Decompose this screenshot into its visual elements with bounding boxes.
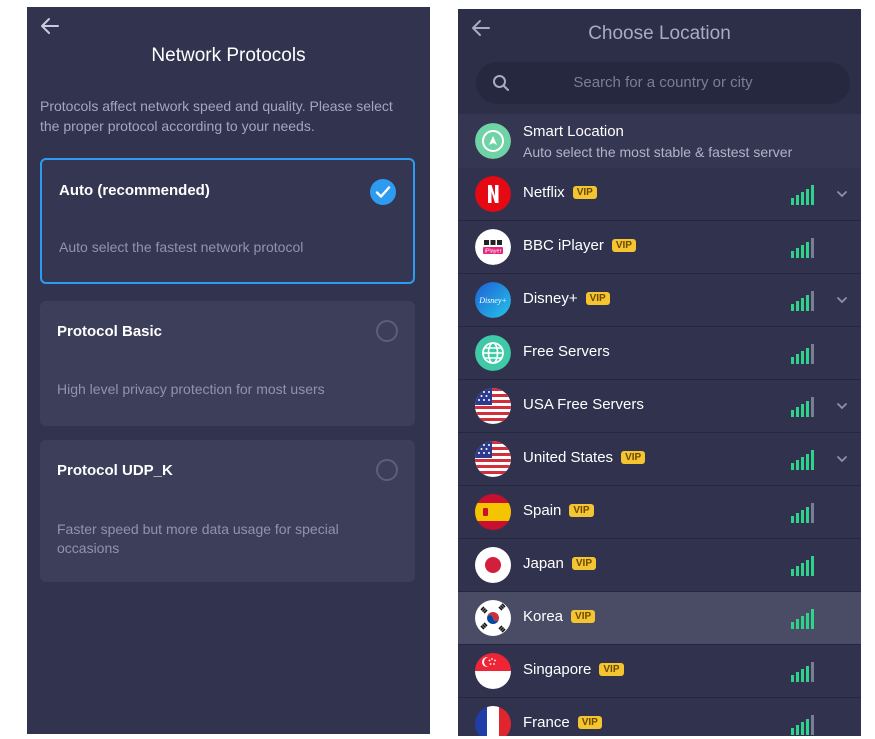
signal-icon [791,291,817,311]
location-item-disney-plus[interactable]: Disney+ Disney+ VIP [458,274,861,327]
location-name: France [523,714,570,731]
location-item-united-states[interactable]: United States VIP [458,433,861,486]
location-name: BBC iPlayer [523,237,604,254]
location-item-netflix[interactable]: Netflix VIP [458,168,861,221]
signal-icon [791,715,817,735]
location-name: Korea [523,608,564,625]
bbc-iplayer-icon: iPlayer [475,229,511,265]
location-item-bbc-iplayer[interactable]: iPlayer BBC iPlayer VIP [458,221,861,274]
signal-icon [791,662,817,682]
protocol-name: Protocol UDP_K [57,462,173,479]
location-label: USA Free Servers [523,396,644,413]
location-item-singapore[interactable]: Singapore VIP [458,645,861,698]
location-name: United States [523,449,614,466]
korea-flag-icon [475,600,511,636]
chevron-down-icon[interactable] [835,293,849,307]
location-label: United States VIP [523,449,646,466]
vip-badge: VIP [611,239,636,252]
choose-location-panel: Choose Location Search for a country or … [458,9,861,736]
usa-flag-icon [475,441,511,477]
location-name: Netflix [523,184,565,201]
protocol-desc: Faster speed but more data usage for spe… [57,521,339,556]
disney-plus-icon: Disney+ [475,282,511,318]
location-label: Netflix VIP [523,184,597,201]
svg-text:Disney+: Disney+ [478,296,507,305]
page-title: Choose Location [588,23,731,44]
signal-icon [791,503,817,523]
signal-icon [791,185,817,205]
japan-flag-icon [475,547,511,583]
vip-badge: VIP [599,663,624,676]
location-label: Korea VIP [523,608,596,625]
signal-icon [791,556,817,576]
radio-button[interactable] [376,459,398,481]
location-name: Spain [523,502,562,519]
location-label: Japan VIP [523,555,596,572]
protocol-desc: High level privacy protection for most u… [57,381,325,397]
signal-icon [791,450,817,470]
spain-flag-icon [475,494,511,530]
network-protocols-panel: Network Protocols Protocols affect netwo… [27,7,430,734]
search-placeholder: Search for a country or city [573,74,753,91]
location-name: Singapore [523,661,592,678]
location-item-spain[interactable]: Spain VIP [458,486,861,539]
vip-badge: VIP [585,292,610,305]
back-arrow-icon[interactable] [39,15,61,37]
signal-icon [791,609,817,629]
france-flag-icon [475,706,511,736]
netflix-icon [475,176,511,212]
page-title: Network Protocols [151,45,306,66]
location-subtitle: Auto select the most stable & fastest se… [523,144,793,160]
location-label: France VIP [523,714,602,731]
location-name: Japan [523,555,564,572]
protocol-name: Protocol Basic [57,323,163,340]
vip-badge: VIP [571,610,596,623]
vip-badge: VIP [571,557,596,570]
globe-icon [475,335,511,371]
smart-location-icon [475,123,511,159]
location-label: Singapore VIP [523,661,624,678]
location-name: Disney+ [523,290,578,307]
location-label: Disney+ VIP [523,290,610,307]
vip-badge: VIP [569,504,594,517]
protocol-option-basic[interactable]: Protocol Basic High level privacy protec… [40,301,415,426]
protocol-name: Auto (recommended) [59,182,210,199]
location-label: BBC iPlayer VIP [523,237,636,254]
smart-location-item[interactable]: Smart Location Auto select the most stab… [458,114,861,169]
location-item-japan[interactable]: Japan VIP [458,539,861,592]
vip-badge: VIP [572,186,597,199]
signal-icon [791,397,817,417]
chevron-down-icon[interactable] [835,452,849,466]
protocol-description: Protocols affect network speed and quali… [40,98,393,134]
location-name: USA Free Servers [523,396,644,413]
checkmark-icon [370,179,396,205]
radio-button[interactable] [376,320,398,342]
chevron-down-icon[interactable] [835,187,849,201]
vip-badge: VIP [577,716,602,729]
location-name: Smart Location [523,123,624,140]
location-label: Free Servers [523,343,610,360]
singapore-flag-icon [475,653,511,689]
location-label: Spain VIP [523,502,594,519]
search-input[interactable]: Search for a country or city [476,62,850,104]
protocol-option-udp-k[interactable]: Protocol UDP_K Faster speed but more dat… [40,440,415,582]
location-item-korea[interactable]: Korea VIP [458,592,861,645]
location-item-free-servers[interactable]: Free Servers [458,327,861,380]
signal-icon [791,238,817,258]
vip-badge: VIP [621,451,646,464]
location-item-france[interactable]: France VIP [458,698,861,736]
protocol-option-auto[interactable]: Auto (recommended) Auto select the faste… [40,158,415,284]
chevron-down-icon[interactable] [835,399,849,413]
location-name: Free Servers [523,343,610,360]
location-item-usa-free-servers[interactable]: USA Free Servers [458,380,861,433]
svg-text:iPlayer: iPlayer [485,249,502,255]
usa-flag-icon [475,388,511,424]
protocol-desc: Auto select the fastest network protocol [59,239,304,255]
signal-icon [791,344,817,364]
